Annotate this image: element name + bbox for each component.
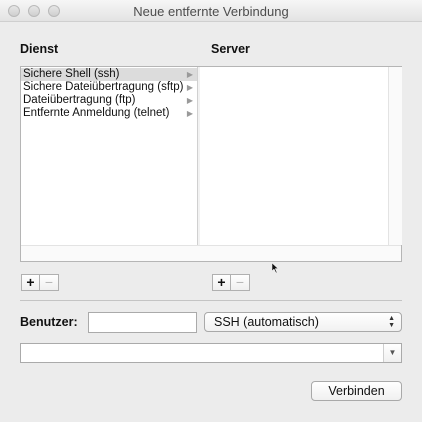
- triangle-right-icon: ▶: [186, 109, 193, 118]
- triangle-down-icon: ▼: [388, 348, 397, 357]
- server-list[interactable]: [198, 67, 388, 245]
- user-input[interactable]: [88, 312, 197, 333]
- address-dropdown-button[interactable]: ▼: [383, 344, 401, 362]
- updown-arrows-icon: ▲ ▼: [388, 315, 395, 329]
- server-add-remove: + −: [212, 274, 250, 291]
- horizontal-scrollbar[interactable]: [21, 245, 401, 261]
- vertical-scrollbar[interactable]: [388, 67, 402, 245]
- remove-service-button[interactable]: −: [40, 274, 59, 291]
- window-titlebar: Neue entfernte Verbindung: [0, 0, 422, 22]
- service-item-sftp[interactable]: Sichere Dateiübertragung (sftp) ▶: [21, 81, 197, 94]
- user-label: Benutzer:: [20, 315, 78, 329]
- column-resize-handle[interactable]: [198, 67, 200, 245]
- service-item-ssh[interactable]: Sichere Shell (ssh) ▶: [21, 68, 197, 81]
- protocol-select-value: SSH (automatisch): [214, 315, 319, 329]
- service-item-label: Sichere Dateiübertragung (sftp): [23, 81, 184, 93]
- connection-browser: Sichere Shell (ssh) ▶ Sichere Dateiübert…: [20, 66, 402, 262]
- service-item-telnet[interactable]: Entfernte Anmeldung (telnet) ▶: [21, 107, 197, 120]
- connect-button[interactable]: Verbinden: [311, 381, 402, 401]
- triangle-right-icon: ▶: [186, 70, 193, 79]
- address-input[interactable]: [21, 344, 383, 362]
- window-title: Neue entfernte Verbindung: [133, 4, 289, 19]
- server-column-label: Server: [211, 42, 250, 56]
- protocol-select[interactable]: SSH (automatisch) ▲ ▼: [204, 312, 402, 332]
- address-combo[interactable]: ▼: [20, 343, 402, 363]
- triangle-right-icon: ▶: [186, 96, 193, 105]
- service-add-remove: + −: [21, 274, 59, 291]
- mouse-pointer-icon: [272, 263, 279, 273]
- add-server-button[interactable]: +: [212, 274, 231, 291]
- service-item-label: Sichere Shell (ssh): [23, 68, 120, 80]
- service-list[interactable]: Sichere Shell (ssh) ▶ Sichere Dateiübert…: [21, 67, 197, 245]
- service-item-label: Entfernte Anmeldung (telnet): [23, 107, 170, 119]
- remove-server-button[interactable]: −: [231, 274, 250, 291]
- service-column-label: Dienst: [20, 42, 59, 56]
- separator: [20, 300, 402, 301]
- add-service-button[interactable]: +: [21, 274, 40, 291]
- service-item-ftp[interactable]: Dateiübertragung (ftp) ▶: [21, 94, 197, 107]
- triangle-right-icon: ▶: [186, 83, 193, 92]
- service-item-label: Dateiübertragung (ftp): [23, 94, 136, 106]
